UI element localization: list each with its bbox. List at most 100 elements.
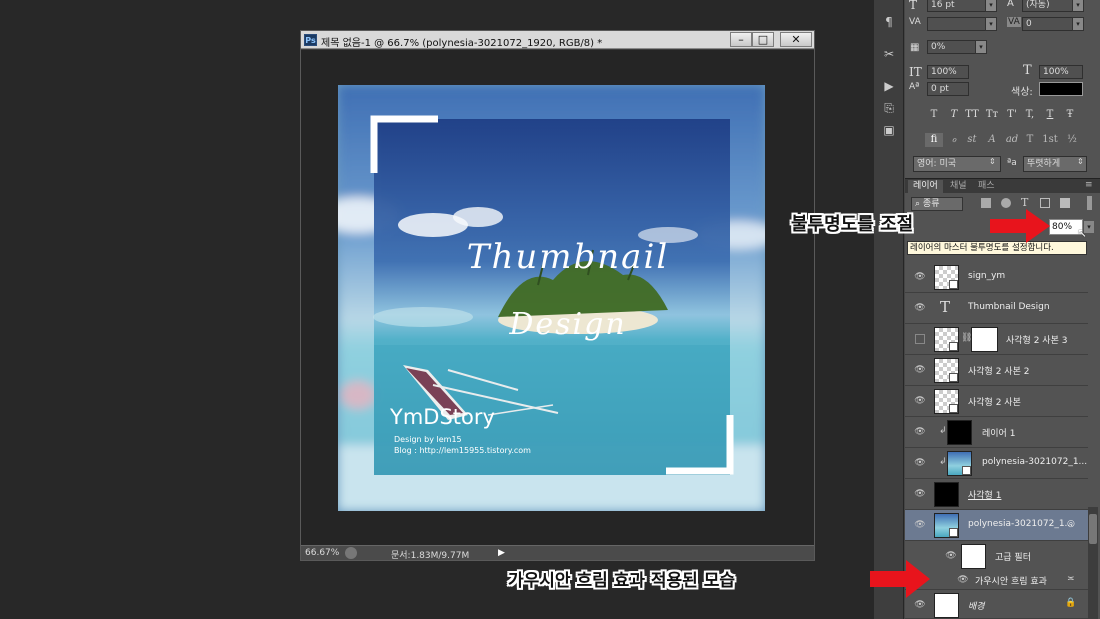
layer-name[interactable]: 사각형 2 사본 3	[1006, 333, 1067, 346]
layer-row[interactable]: ⛓ 사각형 2 사본 3	[905, 324, 1088, 355]
layer-name[interactable]: polynesia-3021072_1...	[982, 457, 1087, 467]
smart-object-icon	[962, 466, 971, 475]
layer-row-filter[interactable]: 👁 고급 필터	[905, 541, 1088, 572]
visibility-eye-icon[interactable]: 👁	[914, 488, 926, 500]
visibility-off-box[interactable]	[915, 334, 925, 344]
tracking-dropdown[interactable]: ▾	[1072, 17, 1084, 31]
panel-menu-icon[interactable]: ≡	[1085, 180, 1093, 190]
font-size-dropdown[interactable]: ▾	[985, 0, 997, 12]
layer-row-filter-item[interactable]: 👁 가우시안 흐림 효과 ≍	[905, 572, 1088, 590]
layer-name[interactable]: 사각형 1	[968, 488, 1001, 501]
visibility-eye-icon[interactable]: 👁	[957, 574, 969, 586]
layer-row-selected[interactable]: 👁 polynesia-3021072_1... ◎	[905, 510, 1088, 541]
clipping-arrow-icon: ↲	[939, 426, 947, 436]
fractions-button[interactable]: ½	[1063, 133, 1081, 147]
visibility-eye-icon[interactable]: 👁	[914, 457, 926, 469]
old-style-button[interactable]: ℴ	[945, 133, 963, 147]
layer-row[interactable]: 👁 ↲ 레이어 1	[905, 417, 1088, 448]
layer-row[interactable]: 👁 ↲ polynesia-3021072_1...	[905, 448, 1088, 479]
visibility-eye-icon[interactable]: 👁	[914, 271, 926, 283]
layer-name[interactable]: sign_ym	[968, 271, 1005, 281]
visibility-eye-icon[interactable]: 👁	[914, 395, 926, 407]
titling-alternates-button[interactable]: T	[1021, 133, 1039, 147]
language-select[interactable]: 영어: 미국	[913, 156, 1001, 172]
smart-object-icon	[949, 373, 958, 382]
status-menu-icon[interactable]	[345, 547, 357, 559]
opacity-annotation: 불투명도를 조절	[791, 214, 914, 235]
zoom-level[interactable]: 66.67%	[305, 548, 339, 558]
layer-name[interactable]: 가우시안 흐림 효과	[975, 574, 1047, 587]
leading-dropdown[interactable]: ▾	[1072, 0, 1084, 12]
layers-panel-tabs: 레이어 채널 패스 ≡	[905, 178, 1100, 194]
visibility-eye-icon[interactable]: 👁	[914, 426, 926, 438]
visibility-eye-icon[interactable]: 👁	[945, 550, 957, 562]
minimize-button[interactable]: –	[730, 32, 752, 47]
layer-name[interactable]: Thumbnail Design	[968, 302, 1050, 312]
ordinals-button[interactable]: 1st	[1039, 133, 1061, 147]
artwork-canvas[interactable]: Thumbnail Design YmDStory Design by lem1…	[338, 85, 765, 511]
horizontal-scale-field[interactable]: 100%	[1039, 65, 1083, 79]
layer-mask-thumbnail[interactable]	[971, 327, 998, 352]
document-titlebar[interactable]: Ps 제목 없음-1 @ 66.7% (polynesia-3021072_19…	[301, 31, 814, 49]
layer-name[interactable]: 사각형 2 사본	[968, 395, 1021, 408]
tsume-dropdown[interactable]: ▾	[975, 40, 987, 54]
layer-name[interactable]: 배경	[968, 599, 985, 612]
layer-row[interactable]: 👁 사각형 2 사본 2	[905, 355, 1088, 386]
swash-button[interactable]: A	[983, 133, 1001, 147]
document-window[interactable]: Ps 제목 없음-1 @ 66.7% (polynesia-3021072_19…	[300, 30, 815, 561]
maximize-button[interactable]: □	[752, 32, 774, 47]
faux-bold-button[interactable]: T	[925, 108, 943, 122]
strikethrough-button[interactable]: Ŧ	[1061, 108, 1079, 122]
visibility-eye-icon[interactable]: 👁	[914, 519, 926, 531]
vertical-scale-icon: IT	[909, 65, 922, 79]
layer-name[interactable]: 사각형 2 사본 2	[968, 364, 1029, 377]
all-caps-button[interactable]: TT	[963, 108, 981, 122]
paragraph-panel-icon[interactable]: ¶	[879, 14, 899, 30]
layer-name[interactable]: polynesia-3021072_1...	[968, 519, 1073, 529]
smart-object-icon	[949, 280, 958, 289]
kerning-dropdown[interactable]: ▾	[985, 17, 997, 31]
ligatures-button[interactable]: fi	[925, 133, 943, 147]
tab-paths[interactable]: 패스	[973, 180, 1000, 194]
actions-play-icon[interactable]: ▶	[879, 78, 899, 94]
discretionary-ligatures-button[interactable]: st	[963, 133, 981, 147]
filter-smart-object-icon[interactable]	[1060, 198, 1070, 208]
filter-toggle-icon[interactable]	[1087, 196, 1092, 210]
layer-filter-select[interactable]: ⌕ 종류	[911, 197, 963, 211]
history-icon[interactable]: ⎘	[879, 100, 899, 116]
text-color-swatch[interactable]	[1039, 82, 1083, 96]
layer-row[interactable]: 👁 T Thumbnail Design	[905, 293, 1088, 324]
color-label: 색상:	[1011, 87, 1033, 98]
baseline-field[interactable]: 0 pt	[927, 82, 969, 96]
tool-presets-icon[interactable]: ✂	[879, 46, 899, 62]
faux-italic-button[interactable]: T	[945, 108, 963, 122]
layer-row[interactable]: 👁 사각형 2 사본	[905, 386, 1088, 417]
layer-row[interactable]: 👁 사각형 1	[905, 479, 1088, 510]
subscript-button[interactable]: T,	[1021, 108, 1039, 122]
smart-filter-badge-icon: ◎	[1067, 519, 1075, 529]
layer-name[interactable]: 레이어 1	[982, 426, 1015, 439]
layer-row[interactable]: 👁 sign_ym	[905, 262, 1088, 293]
red-arrow-icon	[990, 209, 1050, 243]
tab-channels[interactable]: 채널	[945, 180, 972, 194]
status-arrow-icon[interactable]: ▶	[498, 548, 505, 558]
layer-row[interactable]: 👁 배경 🔒	[905, 590, 1088, 619]
canvas-area[interactable]: Thumbnail Design YmDStory Design by lem1…	[301, 50, 814, 545]
lock-icon: 🔒	[1065, 598, 1077, 608]
underline-button[interactable]: T	[1041, 108, 1059, 122]
visibility-eye-icon[interactable]: 👁	[914, 302, 926, 314]
layers-scroll-thumb[interactable]	[1089, 514, 1097, 544]
small-caps-button[interactable]: Tт	[983, 108, 1001, 122]
visibility-eye-icon[interactable]: 👁	[914, 364, 926, 376]
artwork-logo: YmDStory	[390, 405, 495, 429]
filter-mask-thumbnail[interactable]	[961, 544, 986, 569]
vertical-scale-field[interactable]: 100%	[927, 65, 969, 79]
tab-layers[interactable]: 레이어	[908, 180, 943, 194]
visibility-eye-icon[interactable]: 👁	[914, 599, 926, 611]
layer-name[interactable]: 고급 필터	[995, 550, 1031, 563]
clone-source-icon[interactable]: ▣	[879, 122, 899, 138]
superscript-button[interactable]: T'	[1003, 108, 1021, 122]
stylistic-alternates-button[interactable]: ad	[1003, 133, 1021, 147]
close-button[interactable]: ✕	[780, 32, 812, 47]
filter-options-icon[interactable]: ≍	[1067, 574, 1075, 584]
